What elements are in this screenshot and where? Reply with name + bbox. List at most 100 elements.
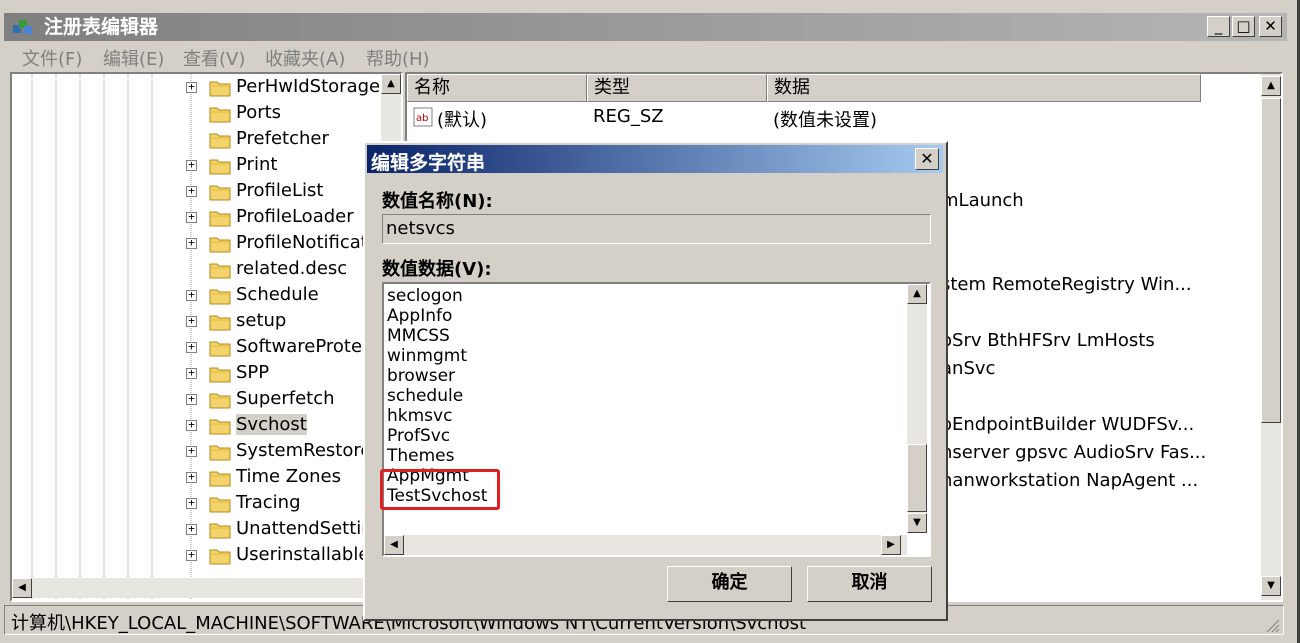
list-scroll-thumb[interactable]: [1261, 98, 1281, 423]
expand-plus-icon[interactable]: +: [186, 341, 197, 353]
value-data-cell: hanworkstation NapAgent ...: [941, 470, 1199, 491]
tree-item-label: ProfileLoader: [236, 206, 354, 227]
menu-file[interactable]: 文件(F): [22, 45, 82, 71]
title-bar[interactable]: 注册表编辑器 _ □ ✕: [4, 13, 1287, 41]
tree-item[interactable]: + Print: [12, 153, 392, 179]
expand-plus-icon[interactable]: +: [186, 471, 197, 483]
expand-plus-icon[interactable]: +: [186, 497, 197, 509]
folder-icon: [209, 107, 231, 123]
value-data-line: winmgmt: [387, 346, 467, 366]
tree-item[interactable]: + UnattendSettin: [12, 517, 392, 543]
tree-item-label: ProfileList: [236, 180, 324, 201]
folder-icon: [209, 419, 231, 435]
close-button[interactable]: ✕: [1259, 16, 1282, 37]
tree-item[interactable]: + SystemRestore: [12, 439, 392, 465]
tree-horizontal-scrollbar[interactable]: ◀: [12, 578, 401, 598]
expand-plus-icon[interactable]: +: [186, 81, 197, 93]
folder-icon: [209, 367, 231, 383]
registry-app-icon: [13, 20, 32, 34]
textarea-scroll-thumb[interactable]: [907, 444, 927, 512]
value-data-textarea[interactable]: seclogon AppInfo MMCSS winmgmt browser schedu…: [382, 282, 931, 557]
tree-item[interactable]: + setup: [12, 309, 392, 335]
dialog-title-bar[interactable]: 编辑多字符串 ✕: [367, 145, 943, 174]
tree-item[interactable]: + ProfileList: [12, 179, 392, 205]
tree-item[interactable]: related.desc: [12, 257, 392, 283]
tree-item[interactable]: + Schedule: [12, 283, 392, 309]
expand-plus-icon[interactable]: +: [186, 159, 197, 171]
tree-item-label: SystemRestore: [236, 440, 372, 461]
expand-plus-icon[interactable]: +: [186, 549, 197, 561]
expand-plus-icon[interactable]: +: [186, 523, 197, 535]
tree-item-label: related.desc: [236, 258, 348, 279]
tree-item-label: Ports: [236, 102, 282, 123]
tree-item[interactable]: + Userinstallable.: [12, 543, 392, 569]
tree-item-label: Prefetcher: [236, 128, 329, 149]
column-header-name[interactable]: 名称: [407, 74, 587, 102]
value-data-line: ProfSvc: [387, 426, 451, 446]
column-header-type[interactable]: 类型: [587, 74, 767, 102]
menu-help[interactable]: 帮助(H): [366, 45, 430, 71]
tree-item-label: Time Zones: [236, 466, 341, 487]
menu-view[interactable]: 查看(V): [183, 45, 245, 71]
list-scroll-down-button[interactable]: ▼: [1261, 576, 1281, 596]
folder-icon: [209, 471, 231, 487]
textarea-scroll-down-button[interactable]: ▼: [907, 513, 927, 533]
tree-item[interactable]: + Svchost: [12, 413, 392, 439]
expand-plus-icon[interactable]: +: [186, 315, 197, 327]
tree-item-label: Schedule: [236, 284, 319, 305]
tree-item[interactable]: + Superfetch: [12, 387, 392, 413]
expand-plus-icon[interactable]: +: [186, 367, 197, 379]
resize-grip-icon[interactable]: [1264, 617, 1280, 633]
ok-button[interactable]: 确定: [667, 566, 792, 602]
tree-item-label: Svchost: [236, 414, 307, 435]
table-row[interactable]: ab (默认) REG_SZ (数值未设置): [407, 104, 1267, 132]
tree-item[interactable]: Ports: [12, 101, 392, 127]
folder-icon: [209, 393, 231, 409]
expand-plus-icon[interactable]: +: [186, 185, 197, 197]
key-tree-pane[interactable]: + PerHwIdStorage Ports Prefetcher + Print + Pro…: [10, 72, 403, 602]
folder-icon: [209, 497, 231, 513]
folder-icon: [209, 185, 231, 201]
tree-scroll-left-button[interactable]: ◀: [12, 578, 32, 598]
textarea-horizontal-scrollbar[interactable]: ◀ ▶: [384, 535, 907, 555]
tree-item[interactable]: + SPP: [12, 361, 392, 387]
list-vertical-scrollbar[interactable]: ▲ ▼: [1261, 74, 1281, 600]
tree-item[interactable]: + Time Zones: [12, 465, 392, 491]
expand-plus-icon[interactable]: +: [186, 393, 197, 405]
tree-item-label: Tracing: [236, 492, 301, 513]
minimize-button[interactable]: _: [1207, 16, 1230, 37]
expand-plus-icon[interactable]: +: [186, 419, 197, 431]
menu-edit[interactable]: 编辑(E): [103, 45, 164, 71]
tree-item[interactable]: Prefetcher: [12, 127, 392, 153]
folder-icon: [209, 81, 231, 97]
textarea-scroll-left-button[interactable]: ◀: [384, 535, 404, 555]
tree-item-label: Print: [236, 154, 278, 175]
tree-item[interactable]: + PerHwIdStorage: [12, 75, 392, 101]
tree-item[interactable]: + ProfileNotificati: [12, 231, 392, 257]
expand-plus-icon[interactable]: +: [186, 289, 197, 301]
list-scroll-up-button[interactable]: ▲: [1261, 76, 1281, 96]
tree-scroll-up-button[interactable]: ▲: [381, 74, 401, 94]
tree-item[interactable]: + Tracing: [12, 491, 392, 517]
column-header-data[interactable]: 数据: [767, 74, 1201, 102]
tree-item[interactable]: + ProfileLoader: [12, 205, 392, 231]
textarea-scroll-right-button[interactable]: ▶: [881, 535, 901, 555]
tree-item-label: ProfileNotificati: [236, 232, 373, 253]
expand-plus-icon[interactable]: +: [186, 445, 197, 457]
folder-icon: [209, 445, 231, 461]
value-data-line: AppInfo: [387, 306, 453, 326]
folder-icon: [209, 211, 231, 227]
textarea-scroll-up-button[interactable]: ▲: [907, 284, 927, 304]
tree-item-label: Userinstallable.: [236, 544, 376, 565]
dialog-close-button[interactable]: ✕: [915, 148, 939, 170]
menu-favorites[interactable]: 收藏夹(A): [265, 45, 345, 71]
dialog-title: 编辑多字符串: [371, 152, 486, 174]
expand-plus-icon[interactable]: +: [186, 211, 197, 223]
edit-multi-string-dialog: 编辑多字符串 ✕ 数值名称(N): netsvcs 数值数据(V): seclo…: [363, 141, 948, 621]
maximize-button[interactable]: □: [1232, 16, 1255, 37]
expand-plus-icon[interactable]: +: [186, 237, 197, 249]
tree-item[interactable]: + SoftwareProtec: [12, 335, 392, 361]
value-name-field[interactable]: netsvcs: [382, 214, 931, 244]
textarea-vertical-scrollbar[interactable]: ▲ ▼: [907, 284, 927, 533]
cancel-button[interactable]: 取消: [807, 566, 932, 602]
